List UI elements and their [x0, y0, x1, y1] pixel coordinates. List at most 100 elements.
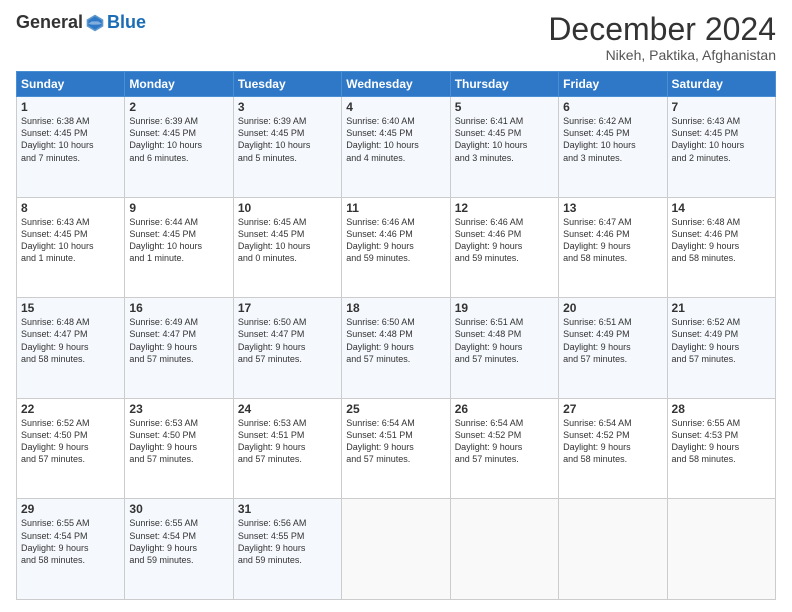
calendar-cell: 20Sunrise: 6:51 AM Sunset: 4:49 PM Dayli…	[559, 298, 667, 399]
day-number: 19	[455, 301, 554, 315]
day-info: Sunrise: 6:51 AM Sunset: 4:49 PM Dayligh…	[563, 316, 662, 365]
calendar-header-thursday: Thursday	[450, 72, 558, 97]
location-title: Nikeh, Paktika, Afghanistan	[548, 47, 776, 63]
logo-area: General Blue	[16, 12, 146, 33]
calendar-cell	[450, 499, 558, 600]
day-number: 13	[563, 201, 662, 215]
logo: General Blue	[16, 12, 146, 33]
day-info: Sunrise: 6:51 AM Sunset: 4:48 PM Dayligh…	[455, 316, 554, 365]
day-info: Sunrise: 6:45 AM Sunset: 4:45 PM Dayligh…	[238, 216, 337, 265]
day-info: Sunrise: 6:42 AM Sunset: 4:45 PM Dayligh…	[563, 115, 662, 164]
day-info: Sunrise: 6:53 AM Sunset: 4:51 PM Dayligh…	[238, 417, 337, 466]
calendar-cell: 26Sunrise: 6:54 AM Sunset: 4:52 PM Dayli…	[450, 398, 558, 499]
calendar-week-row: 1Sunrise: 6:38 AM Sunset: 4:45 PM Daylig…	[17, 97, 776, 198]
day-info: Sunrise: 6:53 AM Sunset: 4:50 PM Dayligh…	[129, 417, 228, 466]
calendar-cell: 21Sunrise: 6:52 AM Sunset: 4:49 PM Dayli…	[667, 298, 775, 399]
day-info: Sunrise: 6:47 AM Sunset: 4:46 PM Dayligh…	[563, 216, 662, 265]
calendar-cell: 30Sunrise: 6:55 AM Sunset: 4:54 PM Dayli…	[125, 499, 233, 600]
day-info: Sunrise: 6:52 AM Sunset: 4:49 PM Dayligh…	[672, 316, 771, 365]
calendar-week-row: 15Sunrise: 6:48 AM Sunset: 4:47 PM Dayli…	[17, 298, 776, 399]
logo-general: General	[16, 12, 83, 33]
calendar-cell: 29Sunrise: 6:55 AM Sunset: 4:54 PM Dayli…	[17, 499, 125, 600]
day-info: Sunrise: 6:46 AM Sunset: 4:46 PM Dayligh…	[455, 216, 554, 265]
calendar-cell: 7Sunrise: 6:43 AM Sunset: 4:45 PM Daylig…	[667, 97, 775, 198]
calendar-header-monday: Monday	[125, 72, 233, 97]
calendar-cell: 15Sunrise: 6:48 AM Sunset: 4:47 PM Dayli…	[17, 298, 125, 399]
calendar-header-wednesday: Wednesday	[342, 72, 450, 97]
calendar-cell: 19Sunrise: 6:51 AM Sunset: 4:48 PM Dayli…	[450, 298, 558, 399]
day-number: 10	[238, 201, 337, 215]
day-info: Sunrise: 6:39 AM Sunset: 4:45 PM Dayligh…	[238, 115, 337, 164]
calendar-cell: 14Sunrise: 6:48 AM Sunset: 4:46 PM Dayli…	[667, 197, 775, 298]
calendar-week-row: 22Sunrise: 6:52 AM Sunset: 4:50 PM Dayli…	[17, 398, 776, 499]
day-info: Sunrise: 6:41 AM Sunset: 4:45 PM Dayligh…	[455, 115, 554, 164]
calendar-cell	[342, 499, 450, 600]
calendar-cell: 24Sunrise: 6:53 AM Sunset: 4:51 PM Dayli…	[233, 398, 341, 499]
day-info: Sunrise: 6:48 AM Sunset: 4:46 PM Dayligh…	[672, 216, 771, 265]
day-info: Sunrise: 6:55 AM Sunset: 4:54 PM Dayligh…	[21, 517, 120, 566]
day-number: 2	[129, 100, 228, 114]
day-info: Sunrise: 6:43 AM Sunset: 4:45 PM Dayligh…	[672, 115, 771, 164]
header: General Blue December 2024 Nikeh, Paktik…	[16, 12, 776, 63]
day-info: Sunrise: 6:55 AM Sunset: 4:53 PM Dayligh…	[672, 417, 771, 466]
calendar-cell: 4Sunrise: 6:40 AM Sunset: 4:45 PM Daylig…	[342, 97, 450, 198]
calendar-cell: 3Sunrise: 6:39 AM Sunset: 4:45 PM Daylig…	[233, 97, 341, 198]
calendar-week-row: 29Sunrise: 6:55 AM Sunset: 4:54 PM Dayli…	[17, 499, 776, 600]
day-number: 16	[129, 301, 228, 315]
day-number: 28	[672, 402, 771, 416]
day-info: Sunrise: 6:50 AM Sunset: 4:47 PM Dayligh…	[238, 316, 337, 365]
month-title: December 2024	[548, 12, 776, 47]
calendar-header-sunday: Sunday	[17, 72, 125, 97]
day-number: 26	[455, 402, 554, 416]
day-number: 9	[129, 201, 228, 215]
calendar-cell: 22Sunrise: 6:52 AM Sunset: 4:50 PM Dayli…	[17, 398, 125, 499]
day-number: 20	[563, 301, 662, 315]
day-number: 31	[238, 502, 337, 516]
logo-icon	[85, 13, 105, 33]
calendar-cell: 28Sunrise: 6:55 AM Sunset: 4:53 PM Dayli…	[667, 398, 775, 499]
calendar-cell: 1Sunrise: 6:38 AM Sunset: 4:45 PM Daylig…	[17, 97, 125, 198]
calendar-cell: 8Sunrise: 6:43 AM Sunset: 4:45 PM Daylig…	[17, 197, 125, 298]
day-number: 12	[455, 201, 554, 215]
calendar-cell: 27Sunrise: 6:54 AM Sunset: 4:52 PM Dayli…	[559, 398, 667, 499]
day-number: 18	[346, 301, 445, 315]
day-number: 22	[21, 402, 120, 416]
day-number: 29	[21, 502, 120, 516]
calendar-cell: 5Sunrise: 6:41 AM Sunset: 4:45 PM Daylig…	[450, 97, 558, 198]
page: General Blue December 2024 Nikeh, Paktik…	[0, 0, 792, 612]
calendar-header-friday: Friday	[559, 72, 667, 97]
day-number: 8	[21, 201, 120, 215]
day-info: Sunrise: 6:54 AM Sunset: 4:51 PM Dayligh…	[346, 417, 445, 466]
day-number: 30	[129, 502, 228, 516]
calendar-cell: 10Sunrise: 6:45 AM Sunset: 4:45 PM Dayli…	[233, 197, 341, 298]
day-info: Sunrise: 6:49 AM Sunset: 4:47 PM Dayligh…	[129, 316, 228, 365]
calendar-cell: 23Sunrise: 6:53 AM Sunset: 4:50 PM Dayli…	[125, 398, 233, 499]
calendar-week-row: 8Sunrise: 6:43 AM Sunset: 4:45 PM Daylig…	[17, 197, 776, 298]
calendar-cell: 9Sunrise: 6:44 AM Sunset: 4:45 PM Daylig…	[125, 197, 233, 298]
day-number: 25	[346, 402, 445, 416]
day-number: 15	[21, 301, 120, 315]
day-number: 23	[129, 402, 228, 416]
day-info: Sunrise: 6:55 AM Sunset: 4:54 PM Dayligh…	[129, 517, 228, 566]
calendar-cell: 12Sunrise: 6:46 AM Sunset: 4:46 PM Dayli…	[450, 197, 558, 298]
day-number: 24	[238, 402, 337, 416]
calendar-cell: 31Sunrise: 6:56 AM Sunset: 4:55 PM Dayli…	[233, 499, 341, 600]
day-info: Sunrise: 6:38 AM Sunset: 4:45 PM Dayligh…	[21, 115, 120, 164]
calendar-cell: 13Sunrise: 6:47 AM Sunset: 4:46 PM Dayli…	[559, 197, 667, 298]
day-number: 17	[238, 301, 337, 315]
day-number: 11	[346, 201, 445, 215]
day-info: Sunrise: 6:46 AM Sunset: 4:46 PM Dayligh…	[346, 216, 445, 265]
calendar-cell: 17Sunrise: 6:50 AM Sunset: 4:47 PM Dayli…	[233, 298, 341, 399]
calendar-cell: 11Sunrise: 6:46 AM Sunset: 4:46 PM Dayli…	[342, 197, 450, 298]
day-info: Sunrise: 6:54 AM Sunset: 4:52 PM Dayligh…	[563, 417, 662, 466]
day-info: Sunrise: 6:56 AM Sunset: 4:55 PM Dayligh…	[238, 517, 337, 566]
day-info: Sunrise: 6:52 AM Sunset: 4:50 PM Dayligh…	[21, 417, 120, 466]
calendar-cell	[559, 499, 667, 600]
day-number: 6	[563, 100, 662, 114]
logo-blue: Blue	[107, 12, 146, 33]
title-area: December 2024 Nikeh, Paktika, Afghanista…	[548, 12, 776, 63]
calendar-table: SundayMondayTuesdayWednesdayThursdayFrid…	[16, 71, 776, 600]
day-number: 21	[672, 301, 771, 315]
calendar-cell: 2Sunrise: 6:39 AM Sunset: 4:45 PM Daylig…	[125, 97, 233, 198]
day-number: 3	[238, 100, 337, 114]
